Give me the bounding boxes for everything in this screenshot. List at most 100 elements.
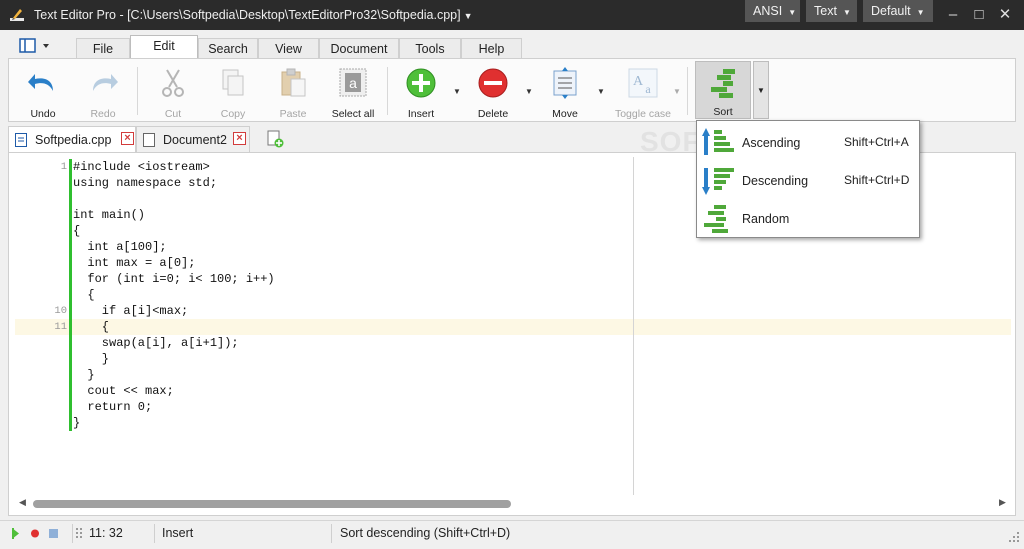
sort-ascending-shortcut: Shift+Ctrl+A [844, 135, 909, 149]
ribbon-separator [687, 67, 688, 115]
document-file-icon [143, 133, 155, 147]
code-line: { [73, 320, 110, 334]
paste-button[interactable]: Paste [265, 63, 321, 120]
tab-tools[interactable]: Tools [399, 38, 461, 59]
tab-file[interactable]: File [76, 38, 130, 59]
theme-dropdown[interactable]: Default ▼ [863, 0, 933, 22]
select-all-button[interactable]: a Select all [325, 63, 381, 120]
delete-minus-icon [478, 68, 508, 98]
code-line: if a[i]<max; [73, 304, 189, 318]
code-line: for (int i=0; i< 100; i++) [73, 272, 275, 286]
insert-plus-icon [406, 68, 436, 98]
sort-descending-label: Descending [742, 174, 809, 188]
cpp-file-icon [15, 133, 27, 147]
tab-help[interactable]: Help [461, 38, 522, 59]
line-number: 10 [54, 305, 67, 317]
toggle-case-icon: A a [628, 68, 658, 98]
code-line: cout << max; [73, 384, 174, 398]
doc-tab-label: Softpedia.cpp [35, 133, 112, 147]
minimize-button[interactable]: – [942, 4, 964, 26]
insert-mode[interactable]: Insert [162, 526, 193, 540]
close-button[interactable]: ✕ [994, 4, 1016, 26]
redo-button[interactable]: Redo [75, 63, 131, 120]
scroll-left-arrow[interactable]: ◀ [19, 497, 26, 508]
window-title[interactable]: Text Editor Pro - [C:\Users\Softpedia\De… [34, 8, 473, 22]
encoding-dropdown[interactable]: ANSI ▼ [745, 0, 800, 22]
line-number [9, 287, 69, 303]
select-all-icon: a [339, 68, 367, 97]
delete-label: Delete [477, 108, 509, 120]
line-number [9, 239, 69, 255]
move-icon [553, 67, 577, 99]
doc-tab-document2[interactable]: Document2 × [136, 126, 250, 152]
line-number [9, 207, 69, 223]
code-line: int max = a[0]; [73, 256, 196, 270]
line-number [9, 415, 69, 431]
scrollbar-thumb[interactable] [33, 500, 511, 508]
sort-label: Sort [713, 106, 733, 118]
toggle-case-dropdown-arrow[interactable]: ▼ [673, 87, 681, 96]
sort-descending-item[interactable]: Descending Shift+Ctrl+D [697, 161, 919, 199]
sort-random-icon [704, 205, 728, 233]
sort-random-item[interactable]: Random [697, 199, 919, 237]
new-document-icon[interactable] [266, 130, 284, 148]
svg-text:a: a [349, 75, 357, 91]
line-number [9, 383, 69, 399]
svg-text:A: A [633, 74, 644, 89]
insert-button[interactable]: Insert [393, 63, 449, 120]
app-menu-icon[interactable] [18, 38, 54, 54]
position-grip-icon [76, 528, 82, 538]
toggle-case-label: Toggle case [614, 108, 672, 120]
ribbon-toolbar: Undo Redo Cut Copy Paste a Select all In… [8, 58, 1016, 122]
copy-label: Copy [220, 108, 246, 120]
status-divider [331, 524, 332, 543]
tab-view[interactable]: View [258, 38, 319, 59]
code-line: swap(a[i], a[i+1]); [73, 336, 239, 350]
status-divider [72, 524, 73, 543]
horizontal-scrollbar[interactable]: ◀ ▶ [15, 497, 1011, 511]
ribbon-separator [387, 67, 388, 115]
cursor-position[interactable]: 11: 32 [89, 526, 123, 540]
sort-ascending-icon [702, 128, 734, 155]
sort-dropdown-menu: Ascending Shift+Ctrl+A Descending Shift+… [696, 120, 920, 238]
status-divider [154, 524, 155, 543]
sort-ascending-item[interactable]: Ascending Shift+Ctrl+A [697, 123, 919, 161]
line-number [9, 223, 69, 239]
close-tab-icon[interactable]: × [121, 132, 134, 145]
line-number-gutter: 1 10 11 [9, 159, 69, 431]
delete-button[interactable]: Delete [465, 63, 521, 120]
line-number [9, 271, 69, 287]
paste-label: Paste [279, 108, 307, 120]
insert-label: Insert [407, 108, 435, 120]
sort-icon [711, 69, 735, 98]
sort-descending-shortcut: Shift+Ctrl+D [844, 173, 910, 187]
svg-text:a: a [645, 82, 651, 96]
sort-dropdown-arrow[interactable]: ▼ [753, 61, 769, 119]
cut-label: Cut [164, 108, 182, 120]
move-dropdown-arrow[interactable]: ▼ [597, 87, 605, 96]
close-tab-icon[interactable]: × [233, 132, 246, 145]
tab-edit[interactable]: Edit [130, 35, 198, 59]
tab-search[interactable]: Search [198, 38, 258, 59]
toggle-case-button[interactable]: A a Toggle case [611, 63, 675, 120]
undo-label: Undo [30, 108, 56, 120]
code-line: } [73, 416, 81, 430]
doc-tab-softpedia-cpp[interactable]: Softpedia.cpp × [8, 126, 136, 152]
delete-dropdown-arrow[interactable]: ▼ [525, 87, 533, 96]
copy-button[interactable]: Copy [205, 63, 261, 120]
undo-button[interactable]: Undo [15, 63, 71, 120]
insert-dropdown-arrow[interactable]: ▼ [453, 87, 461, 96]
code-line: { [73, 288, 95, 302]
maximize-button[interactable]: □ [968, 4, 990, 26]
sort-descending-icon [702, 168, 734, 195]
tab-document[interactable]: Document [319, 38, 399, 59]
title-bar: Text Editor Pro - [C:\Users\Softpedia\De… [0, 0, 1024, 30]
scroll-right-arrow[interactable]: ▶ [999, 497, 1006, 508]
mode-dropdown[interactable]: Text ▼ [806, 0, 857, 22]
resize-grip-icon[interactable] [1008, 531, 1020, 543]
line-number: 1 [60, 161, 67, 173]
macro-controls [12, 528, 58, 539]
cut-button[interactable]: Cut [145, 63, 201, 120]
sort-button[interactable]: Sort [695, 61, 751, 119]
move-button[interactable]: Move [537, 63, 593, 120]
